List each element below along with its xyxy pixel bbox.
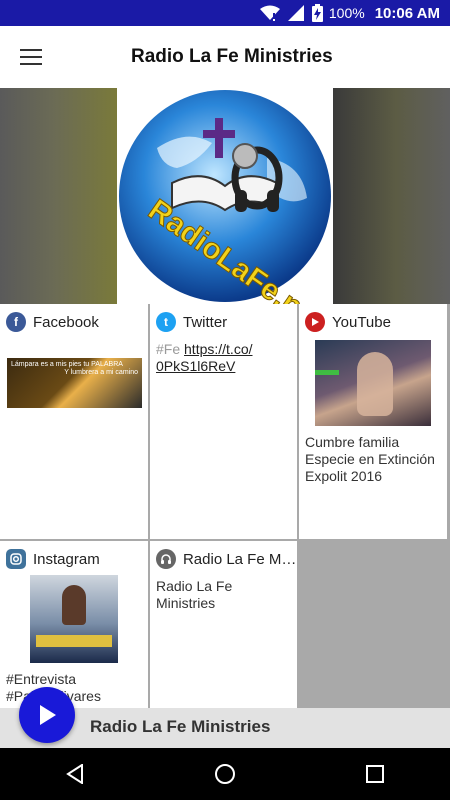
menu-button[interactable] — [0, 26, 62, 88]
battery-charging-icon — [311, 4, 323, 22]
twitter-card[interactable]: t Twitter #Fe https://t.co/0PkS1l6ReV — [150, 304, 297, 539]
now-playing-title: Radio La Fe Ministries — [90, 717, 271, 736]
twitter-icon: t — [156, 312, 176, 332]
radio-label: Radio La Fe Mi... — [182, 550, 297, 568]
signal-icon — [287, 5, 304, 21]
twitter-link-part-1: https://t.co/ — [184, 341, 253, 357]
app-bar: Radio La Fe Ministries — [0, 26, 450, 88]
youtube-card[interactable]: YouTube Cumbre familia Especie en Extinc… — [299, 304, 447, 539]
youtube-icon — [305, 312, 325, 332]
hamburger-icon — [20, 49, 42, 65]
facebook-image-text-1: Lámpara es a mis pies tu PALABRA — [11, 361, 123, 368]
feed-grid: f Facebook Lámpara es a mis pies tu PALA… — [0, 304, 450, 708]
station-logo: RadioLaFe.net — [117, 88, 333, 304]
home-button[interactable] — [195, 748, 255, 800]
twitter-label: Twitter — [183, 313, 228, 331]
instagram-caption-1: #Entrevista — [6, 671, 77, 687]
youtube-thumbnail — [315, 340, 431, 426]
youtube-title: Cumbre familia Especie en Extinción Expo… — [305, 434, 435, 484]
radio-card[interactable]: Radio La Fe Mi... Radio La Fe Ministries — [150, 541, 297, 708]
recents-square-icon — [366, 765, 384, 783]
header-banner: RadioLaFe.net — [0, 88, 450, 304]
clock: 10:06 AM — [374, 4, 440, 22]
facebook-card[interactable]: f Facebook Lámpara es a mis pies tu PALA… — [0, 304, 148, 539]
app-title: Radio La Fe Ministries — [131, 46, 333, 67]
battery-percent: 100% — [328, 5, 365, 21]
youtube-label: YouTube — [332, 313, 391, 331]
twitter-link-part-2: 0PkS1l6ReV — [156, 358, 236, 374]
play-button[interactable] — [19, 687, 75, 743]
twitter-hashtag: #Fe — [156, 341, 181, 357]
home-circle-icon — [215, 764, 235, 784]
facebook-icon: f — [6, 312, 26, 332]
wifi-icon — [259, 5, 280, 21]
headphones-icon — [156, 549, 176, 569]
recents-button[interactable] — [345, 748, 405, 800]
facebook-post-image: Lámpara es a mis pies tu PALABRA Y lumbr… — [7, 358, 142, 408]
system-nav-bar — [0, 748, 450, 800]
play-icon — [40, 705, 56, 725]
instagram-label: Instagram — [33, 550, 100, 568]
radio-description: Radio La Fe Ministries — [156, 578, 233, 611]
instagram-post-image — [30, 575, 118, 663]
back-button[interactable] — [45, 748, 105, 800]
status-bar: 100% 10:06 AM — [0, 0, 450, 26]
back-triangle-icon — [66, 764, 83, 784]
facebook-image-text-2: Y lumbrera a mi camino — [64, 369, 138, 376]
instagram-icon — [6, 549, 26, 569]
facebook-label: Facebook — [33, 313, 99, 331]
instagram-card[interactable]: Instagram #Entrevista #PabloOlivares — [0, 541, 148, 708]
